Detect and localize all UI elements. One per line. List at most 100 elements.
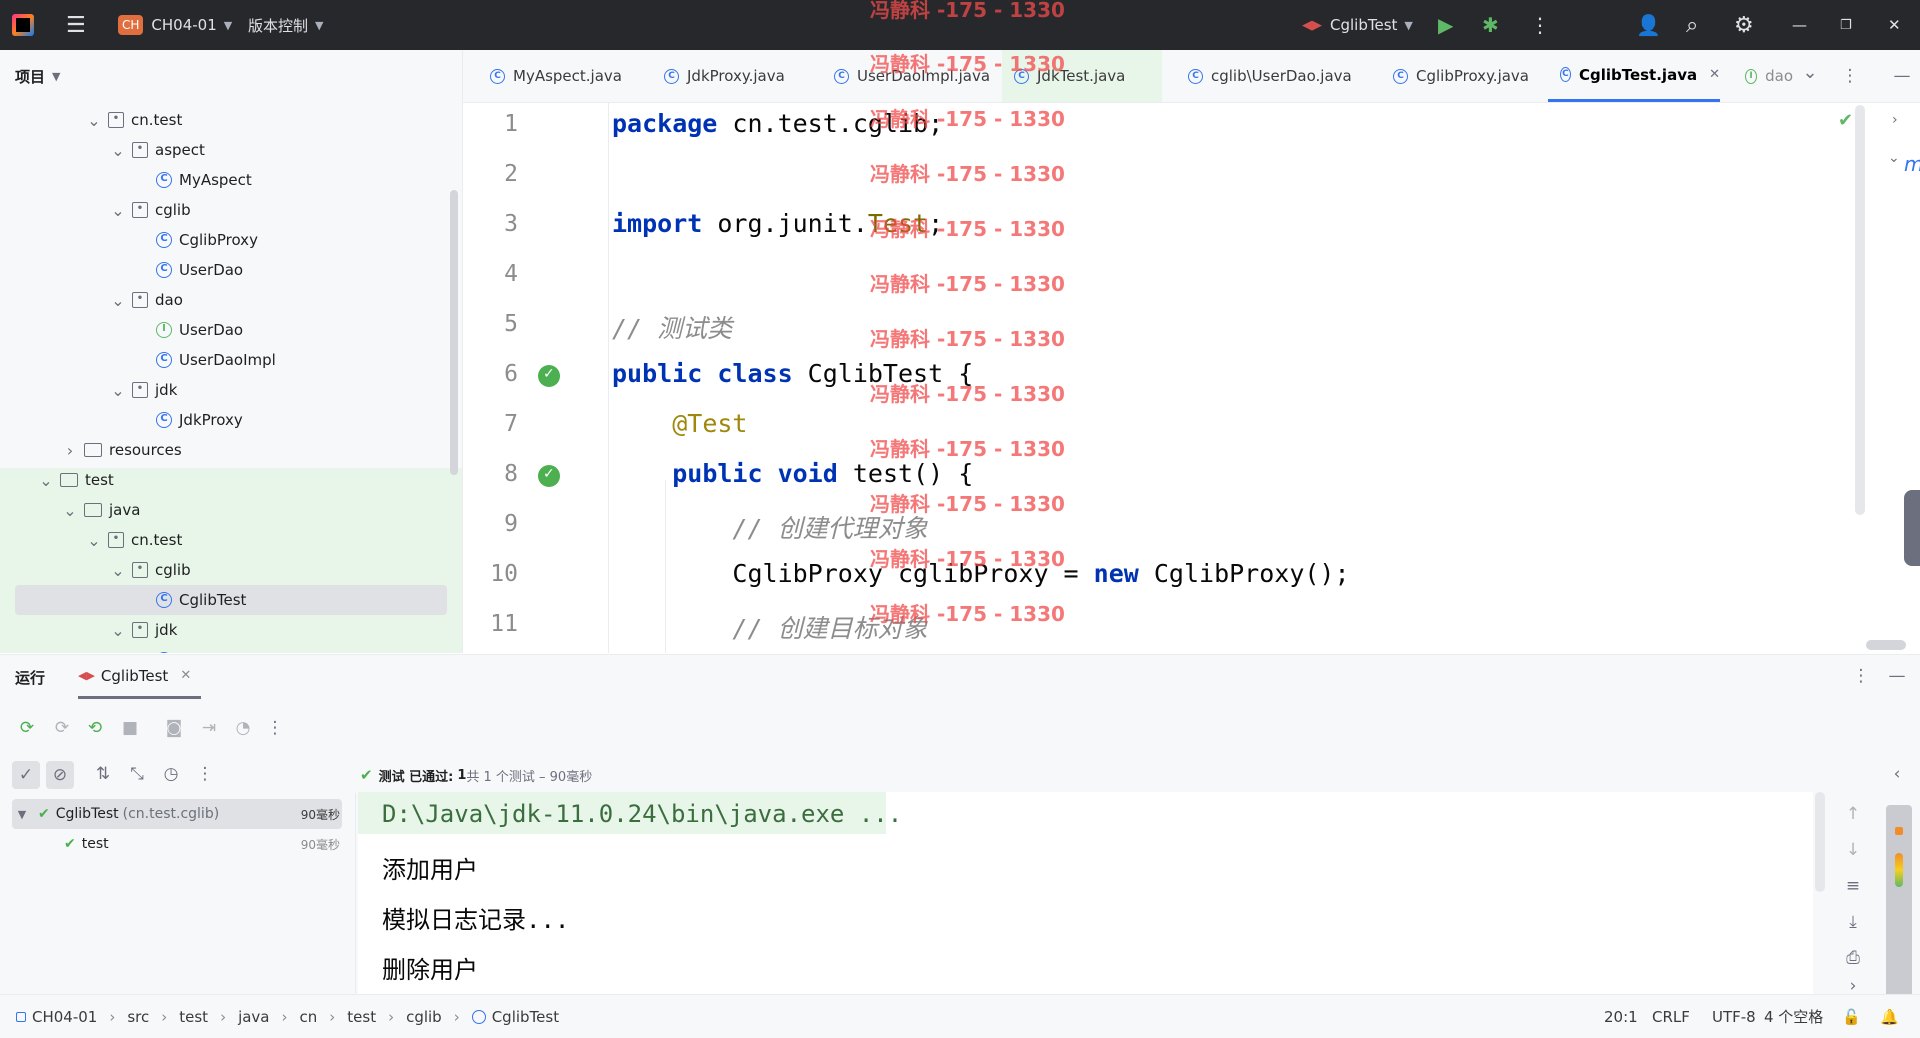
- rerun-failed-icon[interactable]: ⟳: [53, 719, 71, 737]
- more-vertical-icon[interactable]: ⋮: [1852, 667, 1870, 685]
- chevron-down-icon[interactable]: ⌄: [86, 531, 102, 550]
- chevron-right-icon[interactable]: ›: [1844, 977, 1862, 995]
- maven-icon[interactable]: m: [1904, 152, 1920, 176]
- breadcrumb-item[interactable]: CglibTest: [492, 1008, 559, 1026]
- project-panel-header[interactable]: 项目 ▼: [0, 50, 462, 102]
- tree-item[interactable]: C MyAspect: [0, 165, 462, 195]
- chevron-down-icon[interactable]: ⌄: [110, 291, 126, 310]
- tree-item[interactable]: ⌄ • cglib: [0, 195, 462, 225]
- tree-item[interactable]: ⌄ • cglib: [0, 555, 462, 585]
- chevron-down-icon[interactable]: ⌄: [62, 501, 78, 520]
- no-problems-check-icon[interactable]: ✔: [1838, 110, 1853, 131]
- history-icon[interactable]: ◷: [162, 765, 180, 783]
- chevron-down-icon[interactable]: ⌄: [1888, 150, 1900, 166]
- show-passed-icon[interactable]: ✓: [12, 761, 40, 789]
- chevron-down-icon[interactable]: ⌄: [110, 141, 126, 160]
- editor-scrollbar[interactable]: [1855, 105, 1865, 515]
- settings-button[interactable]: ⚙: [1734, 0, 1754, 50]
- chevron-down-icon[interactable]: ⌄: [38, 471, 54, 490]
- rerun-icon[interactable]: ⟳: [18, 719, 36, 737]
- more-vertical-icon[interactable]: ⋮: [196, 765, 214, 783]
- editor-hscrollbar[interactable]: [1866, 640, 1906, 650]
- indent-setting[interactable]: 4 个空格: [1764, 995, 1823, 1038]
- restore-button[interactable]: ❐: [1840, 0, 1852, 50]
- lock-icon[interactable]: 🔓: [1842, 995, 1861, 1038]
- editor-tab[interactable]: C MyAspect.java: [478, 50, 633, 102]
- editor-tab[interactable]: Idao: [1733, 50, 1793, 102]
- chevron-down-icon[interactable]: ⌄: [110, 621, 126, 640]
- breadcrumb-item[interactable]: cglib: [406, 1008, 442, 1026]
- code-editor[interactable]: package cn.test.cglib; import org.junit.T…: [612, 103, 1852, 653]
- minimize-button[interactable]: —: [1792, 0, 1807, 50]
- minimize-icon[interactable]: —: [1893, 67, 1911, 85]
- arrow-down-icon[interactable]: ↓: [1844, 841, 1862, 859]
- scroll-to-end-icon[interactable]: ⤓: [1844, 913, 1862, 931]
- run-test-icon[interactable]: ✓: [538, 365, 560, 387]
- tree-item[interactable]: ⌄ • jdk: [0, 615, 462, 645]
- tree-item[interactable]: ⌄ java: [0, 495, 462, 525]
- breadcrumb-item[interactable]: test: [347, 1008, 376, 1026]
- code-line[interactable]: public void test() {: [612, 459, 973, 488]
- tree-item[interactable]: C JdkTest: [0, 645, 462, 653]
- tree-item[interactable]: ⌄ test: [0, 465, 462, 495]
- app-logo-icon[interactable]: [12, 0, 34, 50]
- file-encoding[interactable]: UTF-8: [1712, 995, 1756, 1038]
- toggle-auto-test-icon[interactable]: ⟲: [86, 719, 104, 737]
- chevron-down-icon[interactable]: ⌄: [86, 111, 102, 130]
- tree-item[interactable]: C CglibTest: [15, 585, 447, 615]
- caret-position[interactable]: 20:1: [1604, 995, 1638, 1038]
- project-switcher[interactable]: CH CH04-01 ▼: [118, 0, 232, 50]
- tree-item[interactable]: ⌄ • aspect: [0, 135, 462, 165]
- chevron-down-icon[interactable]: ⌄: [110, 201, 126, 220]
- breadcrumb-item[interactable]: test: [179, 1008, 208, 1026]
- more-vertical-icon[interactable]: ⋮: [1841, 67, 1859, 85]
- editor-tab[interactable]: C CglibProxy.java: [1381, 50, 1531, 102]
- close-window-button[interactable]: ✕: [1888, 0, 1901, 50]
- tree-item[interactable]: C UserDaoImpl: [0, 345, 462, 375]
- run-config-selector[interactable]: ◀▶ CglibTest ▼: [1302, 0, 1413, 50]
- chevron-left-icon[interactable]: ‹: [1888, 765, 1906, 783]
- console-output[interactable]: D:\Java\jdk-11.0.24\bin\java.exe ... 添加用户…: [358, 792, 1813, 994]
- tree-item[interactable]: C CglibProxy: [0, 225, 462, 255]
- line-separator[interactable]: CRLF: [1652, 995, 1690, 1038]
- camera-icon[interactable]: ◙: [165, 719, 183, 737]
- breadcrumb-item[interactable]: CH04-01: [32, 1008, 97, 1026]
- run-test-icon[interactable]: ✓: [538, 465, 560, 487]
- tree-item[interactable]: › resources: [0, 435, 462, 465]
- breadcrumb-item[interactable]: src: [127, 1008, 149, 1026]
- tree-item[interactable]: I UserDao: [0, 315, 462, 345]
- code-line[interactable]: // 测试类: [612, 309, 732, 345]
- tree-item[interactable]: ⌄ • cn.test: [0, 105, 462, 135]
- more-actions-button[interactable]: ⋮: [1530, 0, 1550, 50]
- chevron-right-icon[interactable]: ›: [1892, 112, 1898, 128]
- chevron-down-icon[interactable]: ⌄: [1801, 64, 1819, 82]
- console-scrollbar[interactable]: [1815, 792, 1825, 892]
- search-button[interactable]: ⌕: [1686, 0, 1698, 50]
- result-row[interactable]: ▼ ✔ CglibTest (cn.test.cglib) 90毫秒: [14, 799, 340, 829]
- tree-scrollbar[interactable]: [450, 190, 458, 475]
- stop-icon[interactable]: ■: [121, 719, 139, 737]
- run-button[interactable]: ▶: [1438, 0, 1453, 50]
- minimize-icon[interactable]: —: [1888, 667, 1906, 685]
- code-line[interactable]: @Test: [612, 409, 747, 438]
- editor-tab[interactable]: C CglibTest.java ✕: [1548, 50, 1720, 102]
- sort-icon[interactable]: ⇅: [94, 765, 112, 783]
- soft-wrap-icon[interactable]: ≡: [1844, 877, 1862, 895]
- coverage-icon[interactable]: ◔: [234, 719, 252, 737]
- tree-item[interactable]: ⌄ • jdk: [0, 375, 462, 405]
- chevron-down-icon[interactable]: ⌄: [110, 561, 126, 580]
- editor-tab[interactable]: Ccglib\UserDao.java: [1176, 50, 1364, 102]
- arrow-up-icon[interactable]: ↑: [1844, 805, 1862, 823]
- chevron-down-icon[interactable]: ⌄: [110, 381, 126, 400]
- tree-item[interactable]: ⌄ • dao: [0, 285, 462, 315]
- show-ignored-icon[interactable]: ⊘: [46, 761, 74, 789]
- vcs-menu[interactable]: 版本控制 ▼: [248, 0, 323, 50]
- breadcrumb-item[interactable]: cn: [300, 1008, 318, 1026]
- close-icon[interactable]: ✕: [180, 668, 191, 683]
- notifications-icon[interactable]: 🔔: [1880, 995, 1899, 1038]
- account-button[interactable]: 👤: [1636, 0, 1661, 50]
- debug-button[interactable]: ✱: [1482, 0, 1499, 50]
- chevron-right-icon[interactable]: ›: [62, 441, 78, 460]
- import-icon[interactable]: ⇥: [200, 719, 218, 737]
- tree-item[interactable]: ⌄ • cn.test: [0, 525, 462, 555]
